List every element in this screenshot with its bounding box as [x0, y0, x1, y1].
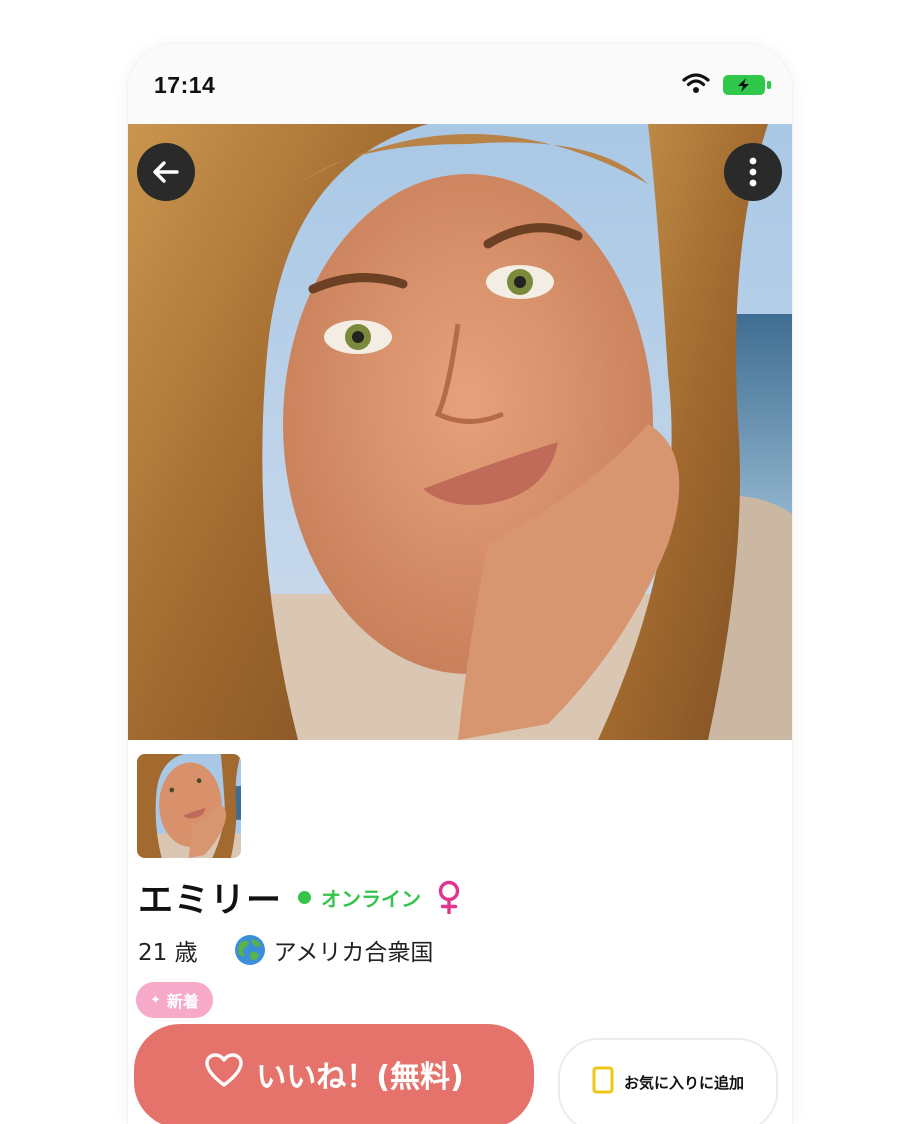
globe-icon — [234, 934, 266, 966]
country-label: アメリカ合衆国 — [273, 940, 434, 966]
like-button[interactable]: いいね！(無料) — [134, 1024, 534, 1124]
back-button[interactable] — [137, 143, 195, 201]
wifi-icon — [682, 72, 710, 98]
status-bar: 17:14 — [128, 44, 792, 124]
like-button-label: いいね！(無料) — [256, 1060, 464, 1095]
female-icon — [437, 880, 461, 914]
battery-icon — [722, 74, 772, 100]
add-favorite-button[interactable]: お気に入りに追加 — [558, 1038, 778, 1124]
name-row: エミリー オンライン — [138, 872, 461, 922]
new-badge-label: 新着 — [166, 992, 199, 1011]
arrow-left-icon — [150, 156, 182, 188]
online-status-dot — [298, 890, 312, 904]
status-time: 17:14 — [154, 72, 216, 98]
new-badge: ✦ 新着 — [136, 982, 213, 1018]
photo-thumbnail[interactable] — [137, 754, 241, 858]
profile-name: エミリー — [138, 880, 283, 921]
bookmark-icon — [592, 1066, 624, 1098]
add-favorite-label: お気に入りに追加 — [623, 1073, 744, 1092]
more-vertical-icon — [748, 157, 758, 187]
sparkle-icon: ✦ — [150, 992, 161, 1008]
heart-icon — [204, 1052, 256, 1096]
more-options-button[interactable] — [724, 143, 782, 201]
age-label: 21 歳 — [138, 940, 198, 966]
profile-info-row: 21 歳 アメリカ合衆国 — [138, 930, 433, 970]
phone-screen: 17:14 エミリー オンライン 21 歳 アメリカ合衆国 ✦ 新着 いいね！(… — [128, 44, 792, 1124]
profile-photo[interactable] — [128, 124, 792, 740]
online-status-label: オンライン — [321, 886, 422, 911]
